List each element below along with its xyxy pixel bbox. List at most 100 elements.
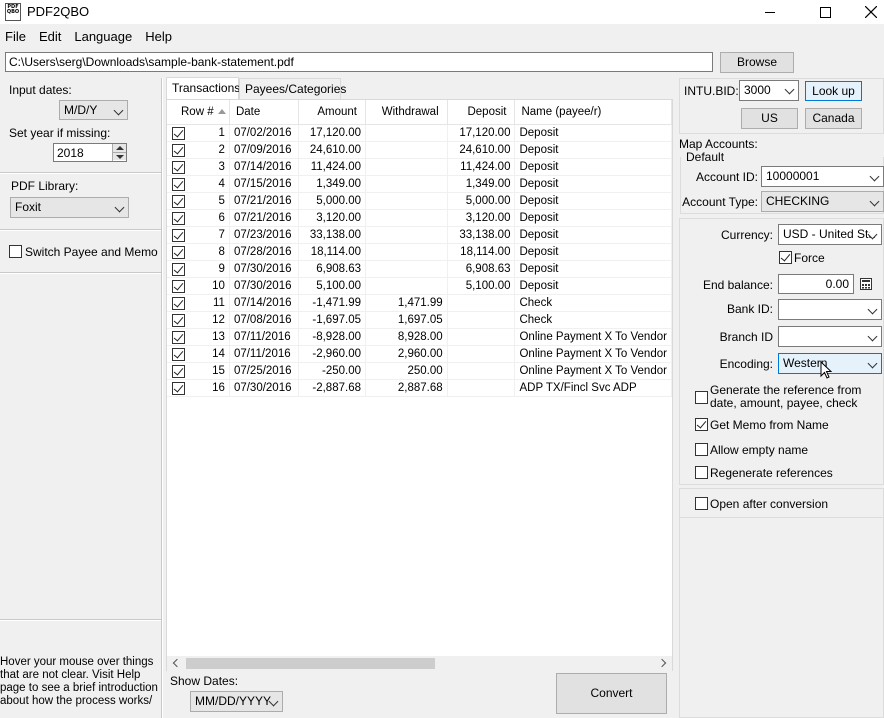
checkbox-checked-icon[interactable] — [172, 381, 185, 395]
open-after-conversion-checkbox[interactable]: Open after conversion — [695, 496, 881, 512]
row-number-cell[interactable]: 15 — [167, 362, 230, 380]
col-row-num[interactable]: Row # — [167, 100, 230, 125]
table-row[interactable]: 4 07/15/2016 1,349.00 1,349.00 Deposit — [167, 175, 672, 193]
input-dates-select[interactable]: M/D/Y — [59, 100, 128, 120]
table-row[interactable]: 9 07/30/2016 6,908.63 6,908.63 Deposit — [167, 260, 672, 278]
row-number-cell[interactable]: 10 — [167, 277, 230, 295]
checkbox-checked-icon[interactable] — [172, 160, 185, 174]
menu-help[interactable]: Help — [140, 27, 180, 47]
bank-id-select[interactable] — [778, 299, 882, 320]
checkbox-icon — [9, 245, 22, 258]
checkbox-checked-icon[interactable] — [172, 330, 185, 344]
checkbox-checked-icon[interactable] — [172, 245, 185, 259]
branch-id-select[interactable] — [778, 326, 882, 347]
table-row[interactable]: 2 07/09/2016 24,610.00 24,610.00 Deposit — [167, 141, 672, 159]
minimize-button[interactable] — [747, 0, 793, 24]
row-number-cell[interactable]: 5 — [167, 192, 230, 210]
checkbox-checked-icon[interactable] — [172, 279, 185, 293]
spin-up-icon[interactable] — [113, 144, 126, 152]
checkbox-checked-icon[interactable] — [172, 211, 185, 225]
menu-edit[interactable]: Edit — [34, 27, 69, 47]
col-deposit[interactable]: Deposit — [447, 100, 516, 125]
table-row[interactable]: 10 07/30/2016 5,100.00 5,100.00 Deposit — [167, 277, 672, 295]
row-number-cell[interactable]: 16 — [167, 379, 230, 397]
end-balance-input[interactable]: 0.00 — [778, 274, 854, 294]
canada-button[interactable]: Canada — [805, 108, 862, 129]
checkbox-checked-icon[interactable] — [172, 143, 185, 157]
checkbox-checked-icon[interactable] — [172, 296, 185, 310]
currency-select[interactable]: USD - United Sta — [778, 224, 882, 245]
menu-file[interactable]: File — [0, 27, 34, 47]
row-number-cell[interactable]: 4 — [167, 175, 230, 193]
checkbox-checked-icon[interactable] — [172, 177, 185, 191]
table-row[interactable]: 5 07/21/2016 5,000.00 5,000.00 Deposit — [167, 192, 672, 210]
allow-empty-name-checkbox[interactable]: Allow empty name — [695, 442, 881, 458]
table-row[interactable]: 13 07/11/2016 -8,928.00 8,928.00 Online Paym… — [167, 328, 672, 346]
col-date[interactable]: Date — [229, 100, 299, 125]
convert-button[interactable]: Convert — [556, 673, 667, 714]
row-number-cell[interactable]: 6 — [167, 209, 230, 227]
checkbox-checked-icon[interactable] — [172, 313, 185, 327]
row-number-cell[interactable]: 2 — [167, 141, 230, 159]
horizontal-scrollbar[interactable] — [167, 656, 672, 671]
us-button[interactable]: US — [741, 108, 798, 129]
row-number-cell[interactable]: 9 — [167, 260, 230, 278]
account-type-select[interactable]: CHECKING — [761, 191, 884, 212]
table-row[interactable]: 11 07/14/2016 -1,471.99 1,471.99 Check — [167, 294, 672, 312]
col-name[interactable]: Name (payee/r) — [514, 100, 672, 125]
regenerate-references-checkbox[interactable]: Regenerate references — [695, 465, 881, 481]
table-row[interactable]: 12 07/08/2016 -1,697.05 1,697.05 Check — [167, 311, 672, 329]
checkbox-checked-icon[interactable] — [172, 126, 185, 140]
file-path-input[interactable]: C:\Users\serg\Downloads\sample-bank-stat… — [5, 52, 713, 72]
menu-language[interactable]: Language — [69, 27, 140, 47]
row-number-cell[interactable]: 12 — [167, 311, 230, 329]
spin-down-icon[interactable] — [113, 152, 126, 160]
table-row[interactable]: 7 07/23/2016 33,138.00 33,138.00 Deposit — [167, 226, 672, 244]
col-withdrawal[interactable]: Withdrawal — [365, 100, 448, 125]
browse-button[interactable]: Browse — [720, 52, 794, 73]
set-year-stepper[interactable]: 2018 — [53, 143, 127, 162]
row-number-cell[interactable]: 13 — [167, 328, 230, 346]
scrollbar-thumb[interactable] — [186, 658, 435, 669]
checkbox-checked-icon[interactable] — [172, 262, 185, 276]
force-checkbox[interactable]: Force — [779, 250, 839, 266]
checkbox-checked-icon[interactable] — [172, 364, 185, 378]
table-row[interactable]: 14 07/11/2016 -2,960.00 2,960.00 Online Paym… — [167, 345, 672, 363]
table-row[interactable]: 3 07/14/2016 11,424.00 11,424.00 Deposit — [167, 158, 672, 176]
row-number-cell[interactable]: 1 — [167, 124, 230, 142]
checkbox-checked-icon[interactable] — [172, 228, 185, 242]
col-amount[interactable]: Amount — [298, 100, 367, 125]
row-number-cell[interactable]: 7 — [167, 226, 230, 244]
checkbox-checked-icon[interactable] — [172, 347, 185, 361]
maximize-button[interactable] — [802, 0, 848, 24]
tab-transactions[interactable]: Transactions — [166, 77, 240, 99]
deposit-cell: 3,120.00 — [447, 209, 516, 227]
row-number-cell[interactable]: 8 — [167, 243, 230, 261]
checkbox-checked-icon[interactable] — [172, 194, 185, 208]
close-button[interactable] — [848, 0, 884, 24]
generate-reference-checkbox[interactable]: Generate the reference from date, amount… — [695, 384, 881, 412]
lookup-button[interactable]: Look up — [805, 81, 862, 101]
table-row[interactable]: 15 07/25/2016 -250.00 250.00 Online Payment … — [167, 362, 672, 380]
get-memo-checkbox[interactable]: Get Memo from Name — [695, 417, 881, 433]
table-row[interactable]: 1 07/02/2016 17,120.00 17,120.00 Deposit — [167, 124, 672, 142]
scroll-right-icon[interactable] — [657, 658, 667, 668]
withdrawal-cell — [365, 158, 448, 176]
deposit-cell: 17,120.00 — [447, 124, 516, 142]
scroll-left-icon[interactable] — [172, 658, 182, 668]
name-cell: Online Payment X To Vendor — [514, 362, 672, 380]
show-dates-select[interactable]: MM/DD/YYYY — [190, 691, 283, 712]
amount-cell: -8,928.00 — [298, 328, 367, 346]
tab-payees-categories[interactable]: Payees/Categories — [239, 78, 346, 99]
table-row[interactable]: 16 07/30/2016 -2,887.68 2,887.68 ADP TX/Finc… — [167, 379, 672, 397]
account-id-select[interactable]: 10000001 — [761, 166, 884, 187]
table-row[interactable]: 6 07/21/2016 3,120.00 3,120.00 Deposit — [167, 209, 672, 227]
row-number-cell[interactable]: 11 — [167, 294, 230, 312]
row-number-cell[interactable]: 14 — [167, 345, 230, 363]
table-row[interactable]: 8 07/28/2016 18,114.00 18,114.00 Deposit — [167, 243, 672, 261]
pdf-library-select[interactable]: Foxit — [10, 197, 129, 218]
intu-bid-select[interactable]: 3000 — [739, 80, 799, 101]
row-number-cell[interactable]: 3 — [167, 158, 230, 176]
calculator-icon[interactable] — [857, 275, 874, 292]
switch-payee-memo-checkbox[interactable]: Switch Payee and Memo — [9, 244, 159, 260]
